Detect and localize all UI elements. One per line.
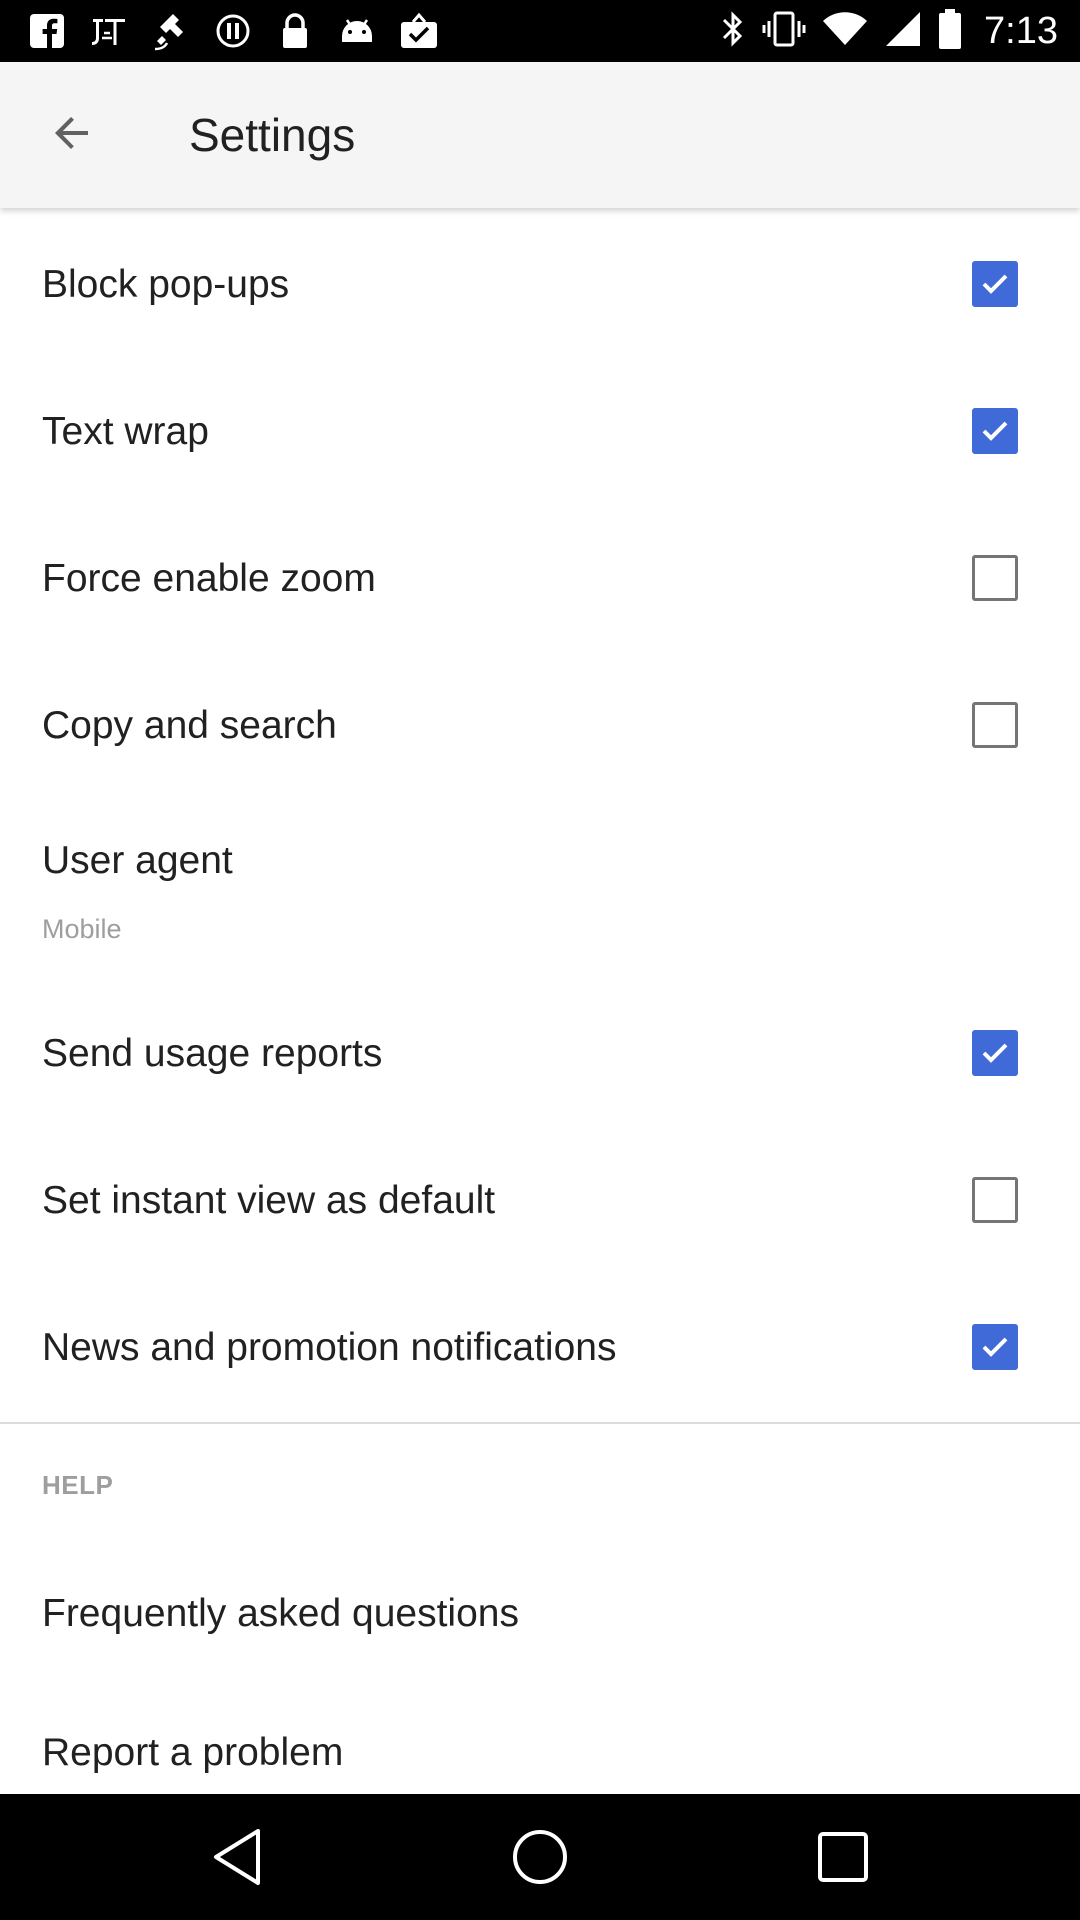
checkbox-news-promotion-notifications[interactable] [972, 1324, 1018, 1370]
back-triangle-icon [214, 1829, 260, 1885]
checkbox-send-usage-reports[interactable] [972, 1030, 1018, 1076]
check-icon [982, 1043, 1008, 1063]
system-status-icons: 7:13 [720, 8, 1058, 54]
setting-label: Force enable zoom [42, 557, 376, 600]
nav-recents-button[interactable] [810, 1824, 876, 1890]
clipboard-check-icon [398, 10, 440, 52]
sync-icon [212, 10, 254, 52]
back-button[interactable] [36, 99, 108, 171]
setting-label: User agent [42, 839, 233, 882]
help-item-faq[interactable]: Frequently asked questions [0, 1538, 1080, 1685]
section-divider [0, 1422, 1080, 1424]
fake-gps-icon [150, 10, 192, 52]
setting-label: Set instant view as default [42, 1179, 496, 1222]
vibrate-icon [762, 9, 806, 54]
navigation-bar [0, 1794, 1080, 1920]
jio-tv-icon [88, 10, 130, 52]
setting-label: Copy and search [42, 704, 337, 747]
checkbox-block-popups[interactable] [972, 261, 1018, 307]
help-item-label: Frequently asked questions [42, 1592, 519, 1635]
section-header-help: HELP [42, 1470, 114, 1500]
help-item-report-problem[interactable]: Report a problem [0, 1678, 1080, 1794]
setting-set-instant-view-default[interactable]: Set instant view as default [0, 1131, 1080, 1278]
app-bar: Settings [0, 62, 1080, 208]
setting-label: News and promotion notifications [42, 1326, 617, 1369]
lock-icon [274, 10, 316, 52]
checkbox-copy-and-search[interactable] [972, 702, 1018, 748]
status-time: 7:13 [984, 9, 1058, 52]
wifi-icon [822, 11, 868, 52]
setting-label: Send usage reports [42, 1032, 383, 1075]
help-item-label: Report a problem [42, 1731, 344, 1774]
check-icon [982, 1337, 1008, 1357]
setting-force-enable-zoom[interactable]: Force enable zoom [0, 502, 1080, 649]
setting-copy-and-search[interactable]: Copy and search [0, 649, 1080, 796]
checkbox-text-wrap[interactable] [972, 408, 1018, 454]
setting-user-agent[interactable]: User agent Mobile [0, 796, 1080, 976]
setting-label: Text wrap [42, 410, 209, 453]
notification-icons [26, 8, 440, 54]
check-icon [982, 274, 1008, 294]
setting-news-promotion-notifications[interactable]: News and promotion notifications [0, 1278, 1080, 1425]
page-title: Settings [189, 109, 356, 161]
check-icon [982, 421, 1008, 441]
setting-block-popups[interactable]: Block pop-ups [0, 208, 1080, 355]
setting-text-wrap[interactable]: Text wrap [0, 355, 1080, 502]
setting-send-usage-reports[interactable]: Send usage reports [0, 984, 1080, 1131]
home-circle-icon [513, 1830, 567, 1884]
bluetooth-icon [720, 9, 746, 54]
setting-label: Block pop-ups [42, 263, 290, 306]
nav-back-button[interactable] [204, 1824, 270, 1890]
facebook-icon [26, 10, 68, 52]
nav-home-button[interactable] [507, 1824, 573, 1890]
recents-square-icon [818, 1832, 868, 1882]
status-bar: 7:13 [0, 0, 1080, 62]
checkbox-force-enable-zoom[interactable] [972, 555, 1018, 601]
android-icon [336, 10, 378, 52]
checkbox-set-instant-view-default[interactable] [972, 1177, 1018, 1223]
signal-icon [884, 10, 922, 53]
setting-sublabel: Mobile [42, 914, 122, 944]
arrow-back-icon [48, 109, 96, 162]
battery-icon [938, 8, 962, 55]
